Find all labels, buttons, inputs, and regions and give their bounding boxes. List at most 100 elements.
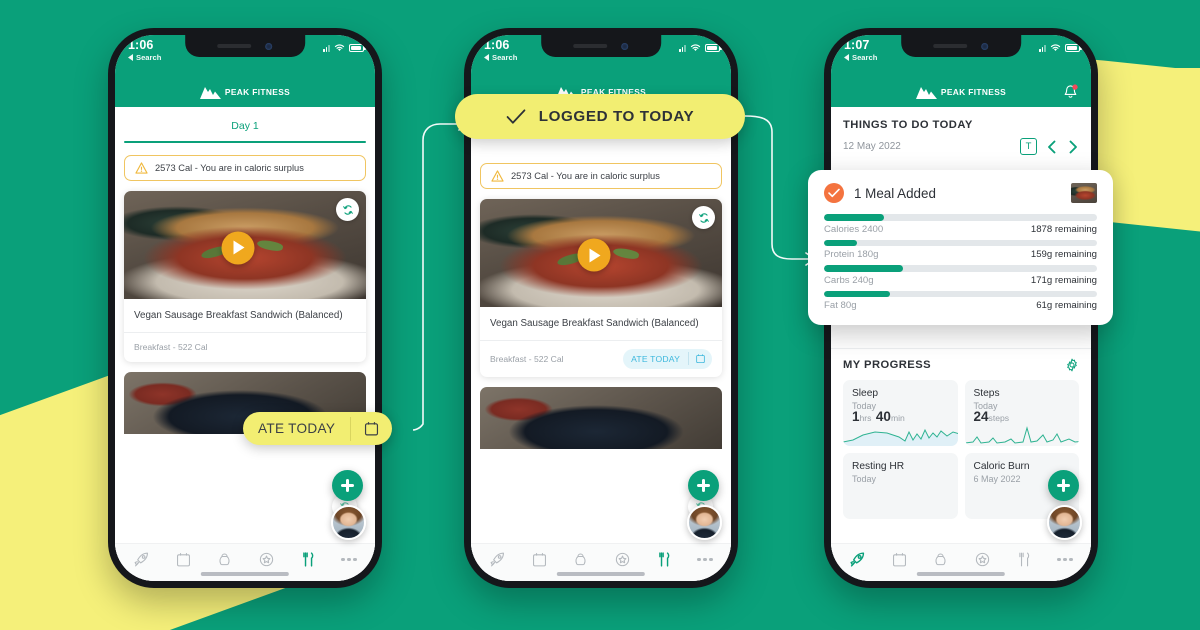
notifications-button[interactable] [1063, 84, 1078, 105]
play-button[interactable] [577, 238, 611, 272]
nutrient-progress-fill [824, 239, 857, 246]
nutrient-row-protein: Protein 180g 159g remaining [824, 239, 1097, 260]
mountain-peaks-icon [199, 86, 221, 99]
chevron-left-icon[interactable] [1046, 140, 1058, 154]
swap-meal-button[interactable] [336, 198, 359, 222]
nav-more-dots-icon[interactable] [341, 557, 357, 562]
phone2-screen: 2573 Cal - You are in caloric surplus Ve… [471, 107, 731, 581]
chevron-right-icon[interactable] [1067, 140, 1079, 154]
home-indicator [916, 572, 1006, 576]
ate-today-callout-button[interactable]: ATE TODAY [243, 412, 393, 445]
progress-card-resting-hr[interactable]: Resting HR Today [843, 453, 958, 519]
progress-card-value: 24steps [973, 409, 1010, 424]
nutrient-row-carbs: Carbs 240g 171g remaining [824, 265, 1097, 286]
progress-card-value: 1hrs 40min [852, 409, 905, 424]
nutrient-row-calories: Calories 2400 1878 remaining [824, 214, 1097, 235]
warning-triangle-icon [135, 162, 148, 175]
meal-added-summary-card: 1 Meal Added Calories 2400 1878 remainin… [808, 170, 1113, 325]
warning-triangle-icon [491, 170, 504, 182]
progress-card-title: Resting HR [852, 461, 905, 472]
nav-goal-star-icon[interactable] [614, 551, 631, 568]
nutrient-remaining: 61g remaining [1036, 300, 1097, 311]
nav-fork-knife-icon[interactable] [656, 551, 673, 568]
nav-kettlebell-icon[interactable] [572, 551, 589, 568]
meal-card[interactable]: Vegan Sausage Breakfast Sandwich (Balanc… [124, 191, 366, 362]
battery-icon [349, 44, 366, 52]
speaker-icon [933, 44, 968, 48]
brand-name: PEAK FITNESS [224, 87, 291, 97]
logged-to-today-label: LOGGED TO TODAY [538, 108, 695, 125]
nav-calendar-icon[interactable] [891, 551, 908, 568]
meal-title: Vegan Sausage Breakfast Sandwich (Balanc… [134, 310, 343, 322]
nav-fork-knife-icon[interactable] [1016, 551, 1033, 568]
nav-rocket-icon[interactable] [133, 551, 150, 568]
today-button[interactable]: T [1020, 138, 1037, 155]
nav-fork-knife-icon[interactable] [300, 551, 317, 568]
bell-icon [1064, 84, 1078, 98]
nav-more-dots-icon[interactable] [697, 557, 713, 562]
meal-photo [124, 191, 366, 300]
day-tab[interactable]: Day 1 [115, 107, 375, 141]
speaker-icon [217, 44, 252, 48]
signal-bars-icon [323, 44, 330, 52]
nutrient-row-fat: Fat 80g 61g remaining [824, 290, 1097, 311]
add-button[interactable] [1048, 470, 1079, 501]
swap-meal-button[interactable] [692, 206, 715, 229]
meal-card[interactable]: Vegan Sausage Breakfast Sandwich (Balanc… [480, 199, 722, 377]
nutrient-label: Carbs 240g [824, 274, 874, 286]
day-tab-underline [124, 141, 366, 144]
nav-calendar-icon[interactable] [531, 551, 548, 568]
nutrient-remaining: 171g remaining [1030, 274, 1097, 286]
progress-card-steps[interactable]: Steps Today 24steps [964, 380, 1079, 446]
caloric-surplus-banner: 2573 Cal - You are in caloric surplus [480, 163, 722, 189]
section-divider [831, 348, 1091, 349]
home-indicator [556, 572, 646, 576]
progress-card-title: Caloric Burn [973, 461, 1030, 472]
nav-kettlebell-icon[interactable] [932, 551, 949, 568]
user-avatar[interactable] [687, 505, 722, 540]
mountain-peaks-icon [915, 86, 937, 99]
nutrient-progress-track [824, 239, 1097, 246]
nav-rocket-icon[interactable] [489, 551, 506, 568]
nutrient-progress-fill [824, 265, 904, 272]
nutrient-progress-fill [824, 290, 890, 297]
wifi-icon [690, 44, 701, 51]
nav-rocket-icon[interactable] [849, 551, 866, 568]
calendar-icon[interactable] [351, 420, 392, 437]
signal-bars-icon [679, 44, 686, 52]
calendar-icon[interactable] [689, 353, 712, 364]
nav-kettlebell-icon[interactable] [216, 551, 233, 568]
user-avatar[interactable] [331, 505, 366, 540]
back-triangle-icon [128, 54, 133, 61]
phone-notch [901, 35, 1021, 57]
meal-card-2-photo[interactable] [480, 386, 722, 449]
add-button[interactable] [332, 470, 363, 501]
check-circle-icon [824, 183, 844, 203]
gear-icon[interactable] [1065, 358, 1079, 372]
battery-icon [1065, 44, 1082, 52]
add-button[interactable] [688, 470, 719, 501]
nav-calendar-icon[interactable] [175, 551, 192, 568]
meal-meta: Breakfast - 522 Cal [490, 353, 564, 364]
ate-today-chip-label: ATE TODAY [631, 353, 680, 364]
logged-to-today-toast: LOGGED TO TODAY [455, 94, 745, 139]
wifi-icon [334, 44, 345, 51]
user-avatar[interactable] [1047, 505, 1082, 540]
nav-more-dots-icon[interactable] [1057, 557, 1073, 562]
nutrient-progress-track [824, 265, 1097, 272]
nutrient-label: Fat 80g [824, 300, 857, 311]
nutrient-progress-track [824, 290, 1097, 297]
progress-card-sleep[interactable]: Sleep Today 1hrs 40min [843, 380, 958, 446]
nav-goal-star-icon[interactable] [974, 551, 991, 568]
things-to-do-title: THINGS TO DO TODAY [843, 119, 973, 131]
nutrient-progress-fill [824, 214, 885, 221]
meal-footer: Breakfast - 522 Cal ATE TODAY [480, 339, 722, 377]
play-button[interactable] [221, 231, 255, 265]
day-tab-label: Day 1 [231, 120, 259, 132]
ate-today-label: ATE TODAY [258, 421, 336, 436]
back-triangle-icon [484, 54, 489, 61]
ate-today-chip[interactable]: ATE TODAY [623, 348, 712, 369]
nutrient-remaining: 1878 remaining [1030, 223, 1097, 235]
nav-goal-star-icon[interactable] [258, 551, 275, 568]
back-triangle-icon [844, 54, 849, 61]
